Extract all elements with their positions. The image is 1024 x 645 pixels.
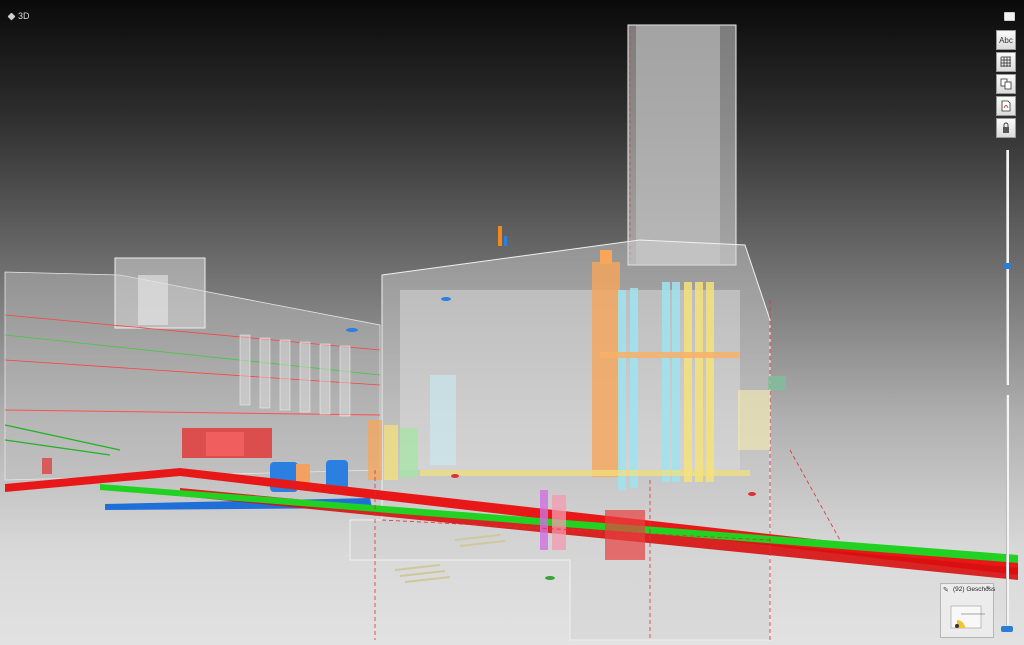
view-toolbar: Abc	[996, 30, 1018, 138]
lock-icon	[1003, 122, 1009, 133]
cube-icon	[7, 12, 16, 20]
grid-button[interactable]	[996, 52, 1016, 72]
pencil-icon[interactable]: ✎	[943, 586, 949, 594]
compare-button[interactable]	[996, 74, 1016, 94]
grid-icon	[1000, 56, 1011, 67]
zoom-slider-thumb[interactable]	[1003, 263, 1011, 269]
level-slider-thumb[interactable]	[1001, 626, 1013, 632]
floor-plan-thumbnail[interactable]	[949, 600, 989, 632]
view-label-text: 3D	[18, 11, 30, 21]
level-slider-track[interactable]	[1006, 395, 1009, 625]
text-annotation-button[interactable]: Abc	[996, 30, 1016, 50]
window-restore-button[interactable]	[1004, 12, 1015, 21]
3d-viewport[interactable]: 3D Abc ✎ (92) Geschoss ×	[0, 0, 1024, 645]
compare-icon	[1000, 78, 1012, 90]
building-model-render[interactable]	[0, 0, 1024, 645]
pdf-export-button[interactable]	[996, 96, 1016, 116]
lock-button[interactable]	[996, 118, 1016, 138]
text-annotation-label: Abc	[999, 35, 1013, 45]
pdf-icon	[1001, 100, 1011, 112]
view-label: 3D	[7, 11, 30, 21]
minimap-close-button[interactable]: ×	[986, 585, 990, 592]
